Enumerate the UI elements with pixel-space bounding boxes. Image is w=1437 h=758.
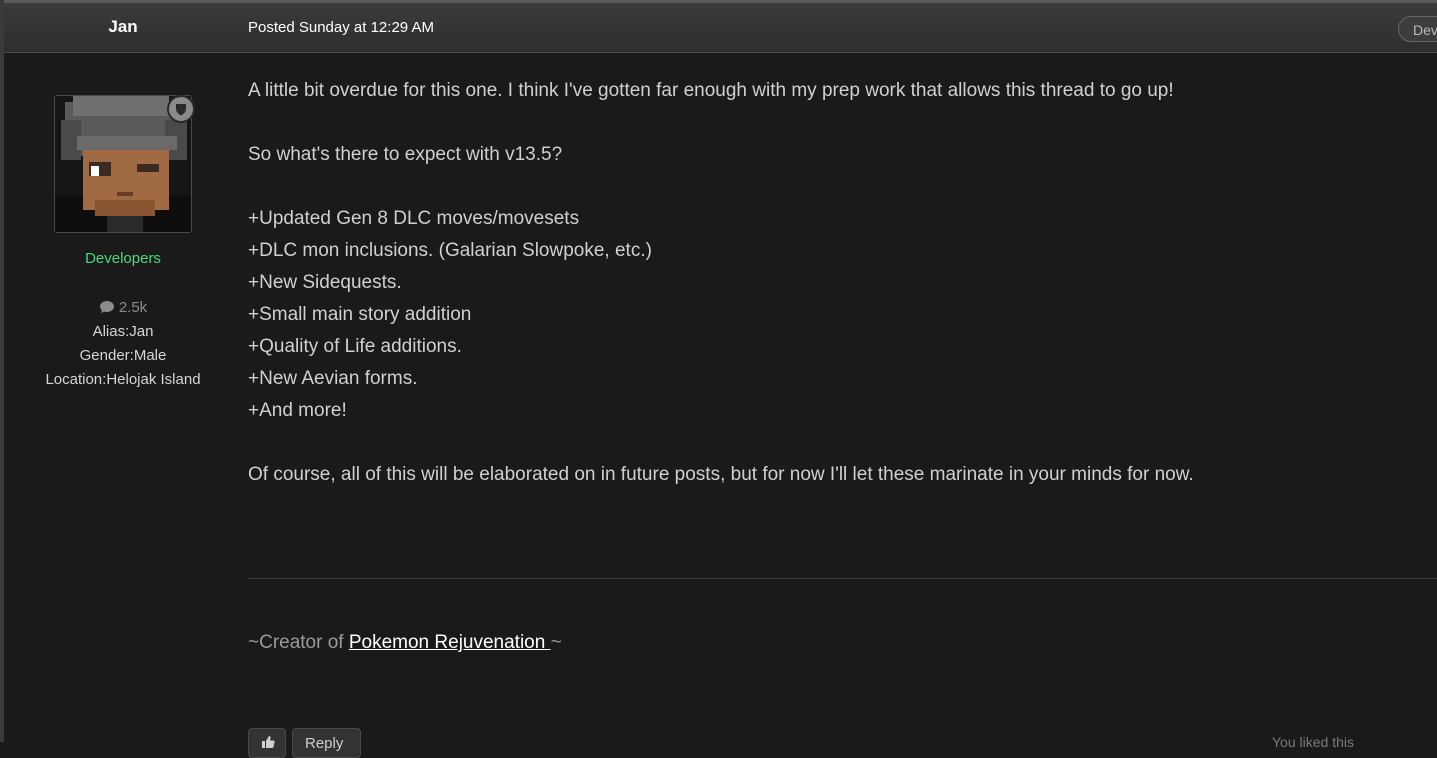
signature-prefix: ~Creator of xyxy=(248,632,349,653)
feature-item: +New Aevian forms. xyxy=(248,368,418,389)
post-count-value: 2.5k xyxy=(118,299,148,316)
post-header: Jan Posted Sunday at 12:29 AM Developers xyxy=(4,3,1437,53)
thumbs-up-icon xyxy=(262,736,275,748)
author-name[interactable]: Jan xyxy=(4,17,242,37)
post-date[interactable]: Posted Sunday at 12:29 AM xyxy=(248,19,434,36)
user-group: Developers xyxy=(85,250,161,267)
feature-item: +DLC mon inclusions. (Galarian Slowpoke,… xyxy=(248,240,652,261)
feature-item: +Small main story addition xyxy=(248,304,472,325)
intro-paragraph: A little bit overdue for this one. I thi… xyxy=(248,80,1174,101)
signature-suffix: ~ xyxy=(550,632,562,653)
feature-item: +Quality of Life additions. xyxy=(248,336,462,357)
alias-field: Alias:Jan xyxy=(92,323,154,340)
reply-button[interactable]: Reply xyxy=(292,728,361,758)
signature-link[interactable]: Pokemon Rejuvenation xyxy=(349,632,551,653)
comment-icon xyxy=(99,301,114,313)
react-button[interactable] xyxy=(248,728,286,758)
closing-paragraph: Of course, all of this will be elaborate… xyxy=(248,464,1194,485)
feature-item: +And more! xyxy=(248,400,347,421)
location-field: Location:Helojak Island xyxy=(45,371,201,388)
post-count: 2.5k xyxy=(4,299,242,316)
feature-item: +New Sidequests. xyxy=(248,272,402,293)
feature-item: +Updated Gen 8 DLC moves/movesets xyxy=(248,208,580,229)
gender-field: Gender:Male xyxy=(79,347,167,364)
signature-divider xyxy=(248,578,1437,579)
moderator-shield-icon xyxy=(167,95,195,123)
reaction-summary: You liked this xyxy=(1272,734,1354,750)
group-badge: Developers xyxy=(1398,16,1437,42)
question-paragraph: So what's there to expect with v13.5? xyxy=(248,144,563,165)
signature: ~Creator of Pokemon Rejuvenation ~ xyxy=(248,632,562,654)
